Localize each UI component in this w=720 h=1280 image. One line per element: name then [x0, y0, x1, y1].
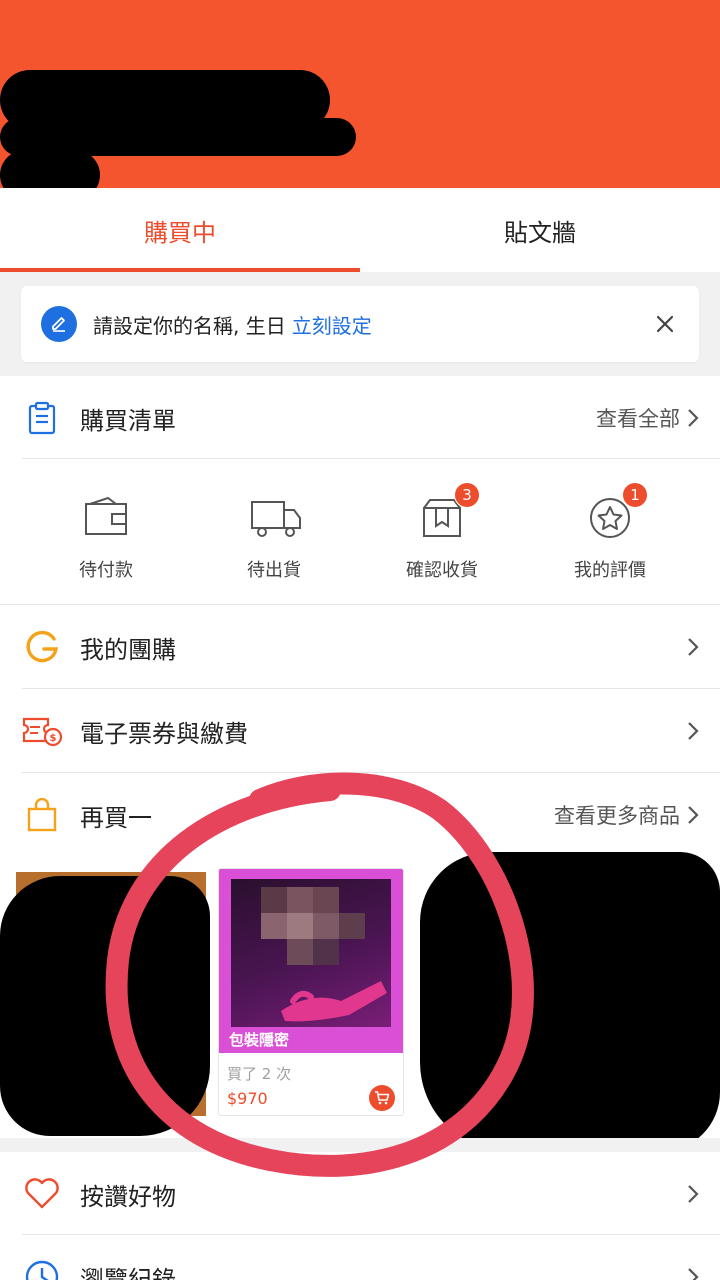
chevron-right-icon: [686, 407, 700, 429]
view-more-products-link[interactable]: 查看更多商品: [554, 773, 700, 857]
view-all-label: 查看全部: [596, 407, 680, 431]
status-label: 待付款: [79, 560, 133, 581]
chevron-right-icon: [686, 689, 700, 773]
bought-count: 買了 2 次: [227, 1065, 292, 1083]
product-price: $970: [227, 1089, 268, 1108]
profile-notice: 請設定你的名稱, 生日 立刻設定: [21, 286, 699, 362]
wallet-icon: [82, 496, 130, 540]
status-pending-shipment[interactable]: 待出貨: [190, 466, 358, 604]
status-label: 待出貨: [247, 560, 301, 581]
status-my-reviews[interactable]: 1 我的評價: [526, 466, 694, 604]
buy-again-title: 再買一: [80, 803, 152, 832]
tab-bar: 購買中 貼文牆: [0, 188, 720, 272]
chevron-right-icon: [686, 1235, 700, 1280]
status-pending-payment[interactable]: 待付款: [22, 466, 190, 604]
shopping-bag-icon: [22, 795, 62, 835]
status-confirm-receipt[interactable]: 3 確認收貨: [358, 466, 526, 604]
e-tickets-label: 電子票券與繳費: [80, 719, 248, 748]
chevron-right-icon: [686, 1152, 700, 1236]
purchase-list-row[interactable]: 購買清單 查看全部: [0, 376, 720, 460]
redaction-mark: [0, 876, 210, 1136]
status-label: 確認收貨: [406, 560, 478, 581]
order-status-row: 待付款 待出貨 3 確認收貨 1 我的評價: [0, 466, 720, 604]
product-image-blurred: [231, 879, 391, 1027]
buy-again-products: 包裝隱密 買了 2 次 $970: [0, 852, 720, 1152]
liked-items-label: 按讚好物: [80, 1182, 176, 1211]
pencil-icon: [41, 306, 77, 342]
group-buy-row[interactable]: 我的團購: [0, 605, 720, 689]
heart-icon: [22, 1174, 62, 1214]
liked-items-row[interactable]: 按讚好物: [0, 1152, 720, 1236]
receipt-count-badge: 3: [454, 482, 480, 508]
svg-text:$: $: [50, 733, 57, 744]
divider: [22, 458, 720, 459]
notice-text: 請設定你的名稱, 生日: [93, 313, 286, 338]
view-more-label: 查看更多商品: [554, 804, 680, 828]
e-tickets-row[interactable]: $ 電子票券與繳費: [0, 689, 720, 773]
package-label: 包裝隱密: [229, 1031, 290, 1049]
set-now-link[interactable]: 立刻設定: [292, 310, 372, 339]
box-icon: 3: [418, 482, 480, 540]
product-card[interactable]: 包裝隱密 買了 2 次 $970: [218, 868, 404, 1116]
truck-icon: [250, 496, 301, 540]
group-buy-icon: [22, 627, 62, 667]
profile-header: [0, 0, 720, 188]
group-buy-label: 我的團購: [80, 635, 176, 664]
review-count-badge: 1: [622, 482, 648, 508]
browsing-history-row[interactable]: 瀏覽紀錄: [0, 1235, 720, 1280]
close-icon[interactable]: [649, 308, 681, 340]
clipboard-icon: [22, 398, 62, 438]
section-separator: [0, 1138, 720, 1152]
add-to-cart-button[interactable]: [369, 1085, 395, 1111]
chevron-right-icon: [686, 605, 700, 689]
purchase-list-title: 購買清單: [80, 406, 176, 435]
cart-icon: [375, 1091, 390, 1105]
redaction-mark: [0, 150, 100, 188]
tab-buying[interactable]: 購買中: [0, 188, 360, 272]
tab-feed[interactable]: 貼文牆: [360, 188, 720, 272]
browsing-history-label: 瀏覽紀錄: [80, 1265, 176, 1280]
redaction-mark: [420, 852, 720, 1152]
chevron-right-icon: [686, 804, 700, 826]
ticket-icon: $: [22, 711, 62, 751]
star-icon: 1: [586, 482, 648, 540]
buy-again-row[interactable]: 再買一 查看更多商品: [0, 773, 720, 857]
clock-icon: [22, 1257, 62, 1280]
status-label: 我的評價: [574, 560, 646, 581]
product-image: 包裝隱密: [219, 869, 403, 1053]
view-all-link[interactable]: 查看全部: [596, 376, 700, 460]
